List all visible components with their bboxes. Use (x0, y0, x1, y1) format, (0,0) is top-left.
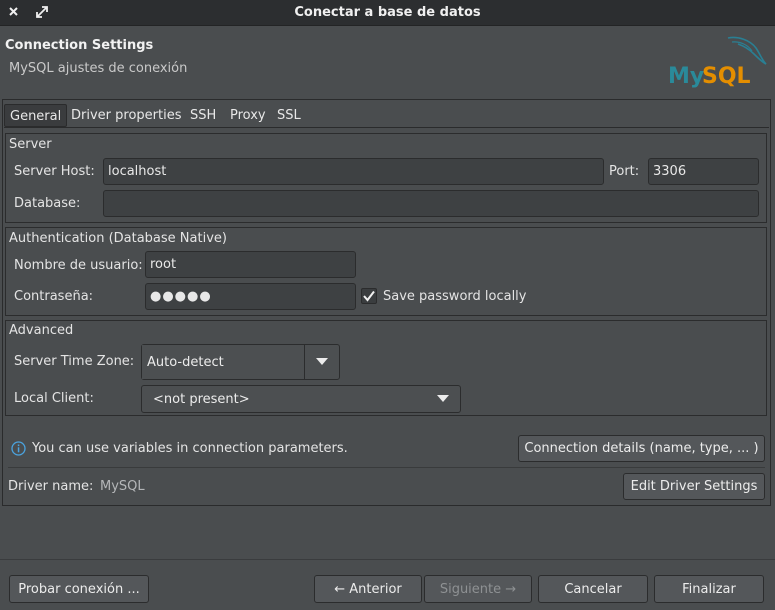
server-host-label: Server Host: (14, 164, 95, 179)
window-title: Conectar a base de datos (294, 5, 481, 20)
advanced-group-title: Advanced (9, 323, 74, 338)
password-input[interactable]: ●●●●● (145, 283, 356, 310)
database-input[interactable] (103, 190, 759, 217)
test-connection-button[interactable]: Probar conexión ... (9, 575, 149, 603)
password-mask: ●●●●● (150, 289, 212, 304)
local-client-value: <not present> (153, 391, 250, 407)
timezone-label: Server Time Zone: (14, 354, 135, 369)
tab-ssh[interactable]: SSH (185, 104, 221, 127)
mysql-logo: My SQL (666, 32, 770, 90)
dialog-header: Connection Settings MySQL ajustes de con… (0, 27, 775, 91)
password-label: Contraseña: (14, 289, 94, 304)
timezone-select[interactable]: Auto-detect (141, 344, 340, 380)
auth-group-title: Authentication (Database Native) (9, 231, 227, 246)
finish-button[interactable]: Finalizar (654, 575, 764, 603)
chevron-down-icon[interactable] (426, 395, 460, 403)
server-host-input[interactable]: localhost (103, 158, 604, 185)
server-host-value: localhost (108, 164, 167, 179)
save-password-label[interactable]: Save password locally (383, 289, 527, 304)
check-icon (363, 290, 375, 302)
driver-name-label: Driver name: (8, 479, 94, 494)
tab-general[interactable]: General (4, 104, 68, 127)
connection-details-button[interactable]: Connection details (name, type, ... ) (518, 435, 765, 462)
database-label: Database: (14, 196, 81, 211)
svg-text:SQL: SQL (702, 64, 751, 89)
svg-text:My: My (668, 64, 704, 89)
save-password-checkbox[interactable] (361, 288, 377, 304)
local-client-select[interactable]: <not present> (141, 385, 461, 413)
page-subtitle: MySQL ajustes de conexión (9, 61, 188, 76)
username-input[interactable]: root (145, 251, 356, 278)
back-button[interactable]: ← Anterior (314, 575, 422, 603)
footer-divider (0, 559, 775, 560)
port-value: 3306 (653, 164, 687, 179)
window-titlebar: Conectar a base de datos (0, 0, 775, 26)
section-divider (8, 467, 765, 468)
tab-proxy[interactable]: Proxy (225, 104, 271, 127)
driver-name-value: MySQL (100, 479, 145, 494)
username-label: Nombre de usuario: (14, 258, 143, 273)
edit-driver-settings-button[interactable]: Edit Driver Settings (623, 473, 765, 500)
local-client-label: Local Client: (14, 391, 94, 406)
page-title: Connection Settings (5, 38, 154, 53)
port-label: Port: (609, 164, 640, 179)
cancel-button[interactable]: Cancelar (538, 575, 648, 603)
next-button[interactable]: Siguiente → (424, 575, 532, 603)
username-value: root (150, 257, 177, 272)
tab-ssl[interactable]: SSL (272, 104, 306, 127)
tab-driver-properties[interactable]: Driver properties (66, 104, 186, 127)
info-icon (11, 441, 26, 456)
timezone-value: Auto-detect (142, 345, 305, 379)
chevron-down-icon[interactable] (305, 345, 339, 379)
info-text: You can use variables in connection para… (32, 441, 348, 456)
tab-divider (4, 127, 769, 128)
port-input[interactable]: 3306 (648, 158, 759, 185)
server-group-title: Server (9, 137, 52, 152)
